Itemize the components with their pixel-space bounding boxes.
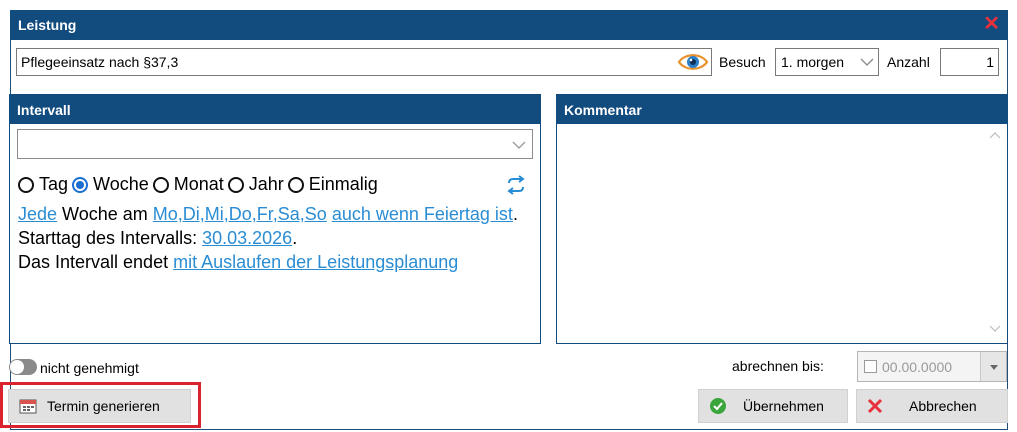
- chevron-down-icon: [512, 141, 526, 149]
- intervall-header: Intervall: [10, 95, 540, 124]
- intervall-select[interactable]: [17, 129, 533, 159]
- termin-generieren-label: Termin generieren: [47, 398, 160, 414]
- dialog-title: Leistung: [18, 17, 77, 33]
- link-feiertag[interactable]: auch wenn Feiertag ist: [332, 204, 513, 224]
- abrechnen-date-value: 00.00.0000: [882, 359, 953, 375]
- leistung-dialog: Leistung ✕ Besuch 1. morgen Anzahl 1 Int…: [0, 0, 1017, 432]
- besuch-value: 1. morgen: [781, 54, 845, 70]
- intervall-line-3: Das Intervall endet mit Auslaufen der Le…: [18, 252, 459, 272]
- radio-jahr[interactable]: Jahr: [227, 174, 284, 195]
- link-end-rule[interactable]: mit Auslaufen der Leistungsplanung: [173, 252, 458, 272]
- radio-monat[interactable]: Monat: [152, 174, 224, 195]
- abbrechen-label: Abbrechen: [909, 398, 977, 414]
- link-jede[interactable]: Jede: [18, 204, 57, 224]
- eye-icon[interactable]: [677, 50, 709, 74]
- intervall-description: Jede Woche am Mo,Di,Mi,Do,Fr,Sa,So auch …: [18, 202, 534, 274]
- close-icon[interactable]: ✕: [983, 13, 1000, 35]
- check-circle-icon: [710, 398, 726, 414]
- link-days[interactable]: Mo,Di,Mi,Do,Fr,Sa,So: [153, 204, 327, 224]
- link-start-date[interactable]: 30.03.2026: [202, 228, 292, 248]
- service-field[interactable]: [16, 48, 712, 76]
- chevron-down-icon: [860, 58, 874, 66]
- abbrechen-button[interactable]: Abbrechen: [856, 389, 1008, 423]
- intervall-line-2: Starttag des Intervalls: 30.03.2026.: [18, 228, 298, 248]
- genehmigt-toggle[interactable]: [9, 359, 37, 375]
- cross-icon: [867, 398, 883, 414]
- abrechnen-date-picker[interactable]: 00.00.0000: [857, 351, 1007, 382]
- uebernehmen-button[interactable]: Übernehmen: [698, 389, 848, 423]
- kommentar-textarea[interactable]: [559, 124, 984, 340]
- repeat-icon[interactable]: [505, 175, 527, 195]
- anzahl-label: Anzahl: [887, 54, 930, 70]
- genehmigt-label: nicht genehmigt: [40, 360, 139, 376]
- radio-woche[interactable]: Woche: [72, 174, 149, 195]
- intervall-radio-group: Tag Woche Monat Jahr Einmalig: [18, 174, 382, 195]
- besuch-select[interactable]: 1. morgen: [775, 48, 879, 76]
- termin-generieren-button[interactable]: Termin generieren: [8, 389, 191, 423]
- scroll-down-icon[interactable]: [989, 324, 1001, 334]
- uebernehmen-label: Übernehmen: [743, 398, 824, 414]
- abrechnen-label: abrechnen bis:: [732, 358, 824, 374]
- abrechnen-checkbox[interactable]: [864, 360, 877, 373]
- besuch-label: Besuch: [719, 54, 766, 70]
- radio-einmalig[interactable]: Einmalig: [287, 174, 378, 195]
- kommentar-header: Kommentar: [557, 95, 1007, 124]
- scroll-up-icon[interactable]: [989, 130, 1001, 140]
- radio-tag[interactable]: Tag: [18, 174, 68, 195]
- intervall-line-1: Jede Woche am Mo,Di,Mi,Do,Fr,Sa,So auch …: [18, 204, 518, 224]
- calendar-icon: [19, 399, 37, 414]
- service-input[interactable]: [17, 49, 667, 75]
- anzahl-input[interactable]: 1: [940, 48, 999, 76]
- dialog-titlebar: Leistung ✕: [10, 10, 1008, 40]
- chevron-down-icon[interactable]: [980, 352, 1006, 381]
